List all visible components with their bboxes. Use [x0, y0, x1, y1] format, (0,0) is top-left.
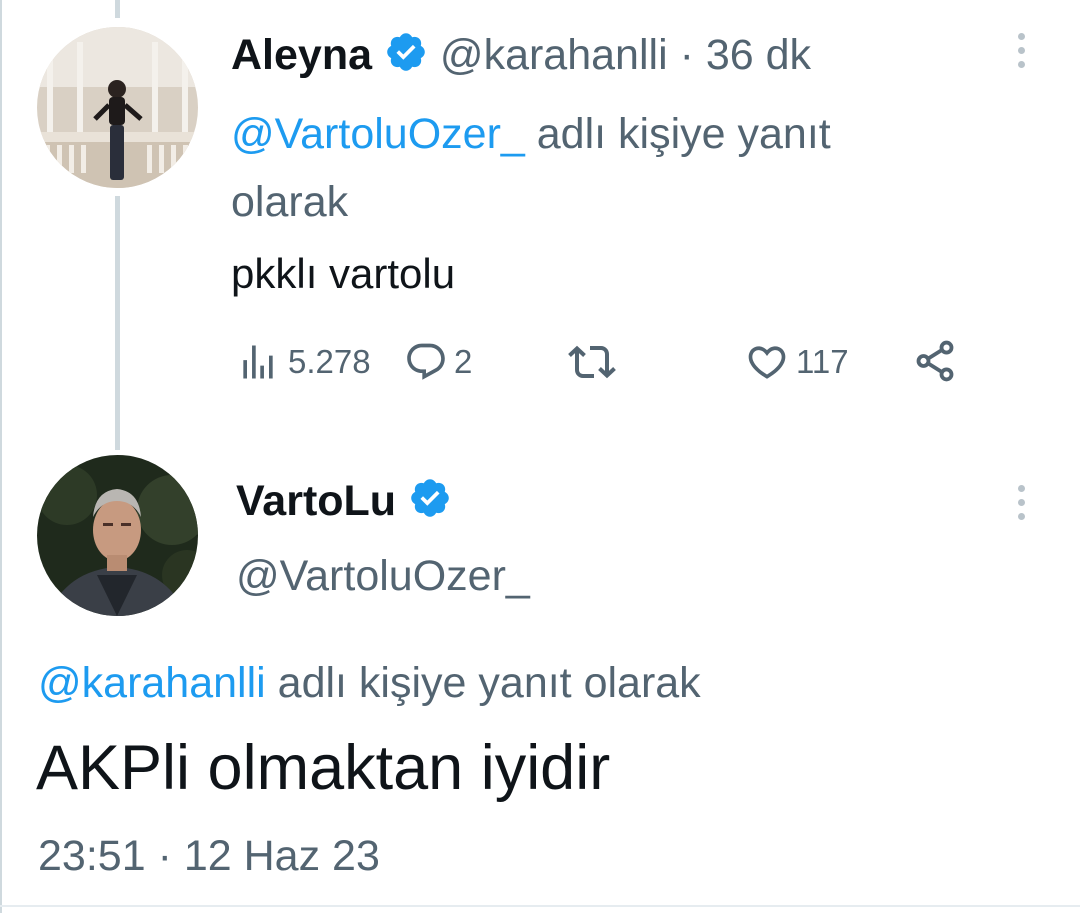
reply-suffix-line1: adlı kişiye yanıt	[536, 110, 831, 158]
replying-to: @VartoluOzer_ adlı kişiye yanıt olarak	[231, 100, 991, 236]
main-replying-to: @karahanlli adlı kişiye yanıt olarak	[38, 657, 701, 709]
tweet-time: 23:51	[38, 832, 146, 880]
action-bar: 5.278 2 117	[236, 334, 976, 386]
reply-count: 2	[454, 343, 473, 380]
speech-bubble-icon	[407, 343, 445, 380]
avatar-aleyna-image	[37, 27, 198, 188]
bar-chart-icon	[243, 345, 273, 379]
verified-badge-icon	[408, 476, 452, 532]
main-tweet-text: AKPli olmaktan iyidir	[36, 733, 611, 803]
reply-tweet-text: pkklı vartolu	[231, 250, 456, 297]
display-name-vartolu[interactable]: VartoLu	[236, 477, 396, 525]
tweet-date: 12 Haz 23	[183, 832, 380, 880]
retweet-icon	[568, 345, 616, 379]
share-action[interactable]	[912, 338, 958, 384]
reply-to-handle-link[interactable]: @VartoluOzer_	[231, 110, 525, 158]
more-options-icon[interactable]	[1014, 33, 1028, 68]
like-count: 117	[796, 343, 849, 380]
like-action[interactable]: 117	[744, 340, 849, 384]
header-separator: ·	[679, 31, 694, 79]
reply-action[interactable]: 2	[404, 340, 472, 384]
reply-header: Aleyna @karahanlli · 36 dk	[231, 30, 811, 85]
left-border	[0, 0, 2, 913]
avatar-vartolu-image	[37, 455, 198, 616]
views-action[interactable]: 5.278	[236, 340, 371, 384]
avatar-vartolu[interactable]	[37, 455, 198, 616]
thread-line-top	[115, 0, 120, 18]
verified-badge-icon	[384, 30, 428, 85]
reply-to-handle-link[interactable]: @karahanlli	[38, 659, 266, 707]
share-icon	[916, 340, 954, 382]
display-name-aleyna[interactable]: Aleyna	[231, 31, 372, 79]
heart-icon	[748, 346, 786, 379]
tweet-timestamp[interactable]: 23:51 · 12 Haz 23	[38, 830, 380, 882]
handle-aleyna[interactable]: @karahanlli	[440, 31, 668, 79]
bottom-divider	[0, 905, 1080, 907]
timestamp-relative[interactable]: 36 dk	[706, 31, 811, 79]
avatar-aleyna[interactable]	[37, 27, 198, 188]
handle-vartolu[interactable]: @VartoluOzer_	[236, 550, 530, 602]
more-options-icon[interactable]	[1014, 485, 1028, 520]
views-count: 5.278	[288, 343, 371, 380]
thread-line	[115, 196, 120, 450]
main-display-name-row: VartoLu	[236, 475, 452, 532]
timestamp-separator: ·	[157, 832, 172, 880]
reply-suffix-line2: olarak	[231, 178, 349, 226]
reply-suffix: adlı kişiye yanıt olarak	[277, 659, 701, 707]
retweet-action[interactable]	[568, 338, 616, 386]
